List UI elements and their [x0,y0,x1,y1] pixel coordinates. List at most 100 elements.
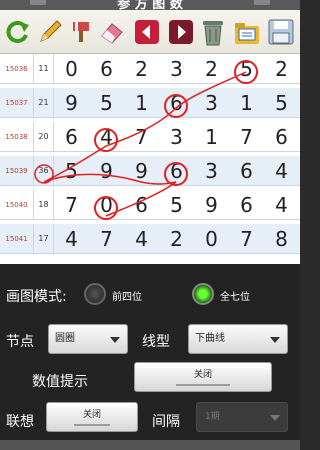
digit-cell[interactable]: 1 [194,122,229,152]
radio-front4[interactable] [84,283,106,305]
issue-number: 15038 [0,122,34,152]
options-icon[interactable] [254,0,270,5]
digit-cell[interactable]: 3 [159,122,194,152]
chevron-down-icon [270,415,280,421]
bottom-strip [0,440,300,450]
sum-cell: 18 [34,190,54,220]
line-type-select-value: 下曲线 [195,333,225,344]
table-row[interactable]: 15041 17 4 7 4 2 0 7 8 [0,224,300,254]
interval-select[interactable]: 1期 [196,402,288,432]
eraser-icon[interactable] [97,16,127,48]
sum-cell: 21 [34,88,54,118]
digit-cell[interactable]: 5 [89,88,124,118]
interval-label: 间隔 [152,414,180,430]
toggle-indicator [74,424,110,426]
refresh-icon[interactable] [3,16,33,48]
draw-mode-label: 画图模式: [6,289,67,305]
digit-cell[interactable]: 4 [264,190,299,220]
number-grid[interactable]: 15036 11 0 6 2 3 2 5 2 15037 21 9 5 1 6 … [0,54,300,264]
toolbar [0,10,300,54]
digit-cell[interactable]: 8 [264,224,299,254]
node-select[interactable]: 圆圈 [48,324,128,354]
digit-cell[interactable]: 4 [264,156,299,186]
digit-cell[interactable]: 6 [264,122,299,152]
issue-number: 15037 [0,88,34,118]
digit-cell[interactable]: 7 [229,224,264,254]
digit-cell[interactable]: 7 [89,224,124,254]
digit-cell[interactable]: 6 [124,190,159,220]
digit-cell[interactable]: 9 [89,156,124,186]
digit-cell[interactable]: 6 [229,190,264,220]
radio-all7-label: 全七位 [220,292,250,303]
digit-cell[interactable]: 0 [194,224,229,254]
table-row[interactable]: 15037 21 9 5 1 6 3 1 5 [0,88,300,118]
node-label: 节点 [6,334,34,350]
assoc-toggle[interactable]: 关闭 [46,402,138,432]
toggle-indicator [175,384,231,386]
digit-cell[interactable]: 0 [54,54,89,84]
node-select-value: 圆圈 [55,333,75,344]
issue-number: 15041 [0,224,34,254]
digit-cell[interactable]: 4 [54,224,89,254]
digit-cell[interactable]: 6 [159,156,194,186]
digit-cell[interactable]: 6 [229,156,264,186]
digit-cell[interactable]: 6 [159,88,194,118]
chevron-down-icon [270,337,280,343]
digit-cell[interactable]: 3 [194,156,229,186]
table-row[interactable]: 15038 20 6 4 7 3 1 7 6 [0,122,300,152]
digit-cell[interactable]: 7 [54,190,89,220]
title-bar: 参 方 图 数 [0,0,300,10]
digit-cell[interactable]: 5 [264,88,299,118]
assoc-toggle-label: 关闭 [82,410,101,420]
issue-number: 15039 [0,156,34,186]
digit-cell[interactable]: 5 [54,156,89,186]
digit-cell[interactable]: 5 [229,54,264,84]
sum-cell: 20 [34,122,54,152]
value-hint-toggle-label: 关闭 [193,370,212,380]
line-type-label: 线型 [142,334,170,350]
sum-cell: 17 [34,224,54,254]
trash-icon[interactable] [198,16,228,48]
chevron-down-icon [110,337,120,343]
value-hint-label: 数值提示 [32,374,88,390]
pencil-icon[interactable] [35,16,65,48]
digit-cell[interactable]: 9 [194,190,229,220]
value-hint-toggle[interactable]: 关闭 [134,362,272,392]
digit-cell[interactable]: 1 [124,88,159,118]
table-row[interactable]: 15036 11 0 6 2 3 2 5 2 [0,54,300,84]
digit-cell[interactable]: 0 [89,190,124,220]
digit-cell[interactable]: 1 [229,88,264,118]
table-row[interactable]: 15039 36 5 9 9 6 3 6 4 [0,156,300,186]
digit-cell[interactable]: 3 [159,54,194,84]
digit-cell[interactable]: 9 [124,156,159,186]
digit-cell[interactable]: 4 [124,224,159,254]
forward-icon[interactable] [166,16,196,48]
radio-all7[interactable] [192,283,214,305]
assoc-label: 联想 [6,414,34,430]
digit-cell[interactable]: 2 [264,54,299,84]
digit-cell[interactable]: 7 [124,122,159,152]
radio-front4-label: 前四位 [112,292,142,303]
digit-cell[interactable]: 6 [89,54,124,84]
issue-number: 15040 [0,190,34,220]
digit-cell[interactable]: 3 [194,88,229,118]
digit-cell[interactable]: 5 [159,190,194,220]
sum-cell: 11 [34,54,54,84]
digit-cell[interactable]: 2 [124,54,159,84]
digit-cell[interactable]: 7 [229,122,264,152]
back-icon[interactable] [132,16,162,48]
digit-cell[interactable]: 6 [54,122,89,152]
digit-cell[interactable]: 4 [89,122,124,152]
save-icon[interactable] [266,16,296,48]
digit-cell[interactable]: 9 [54,88,89,118]
sum-cell: 36 [34,156,54,186]
folder-icon[interactable] [232,16,262,48]
control-panel: 画图模式: 前四位 全七位 节点 圆圈 线型 下曲线 数值提示 关闭 联想 关闭… [0,264,300,450]
digit-cell[interactable]: 2 [194,54,229,84]
table-row[interactable]: 15040 18 7 0 6 5 9 6 4 [0,190,300,220]
interval-select-value: 1期 [205,412,220,422]
brush-icon[interactable] [66,16,96,48]
issue-number: 15036 [0,54,34,84]
line-type-select[interactable]: 下曲线 [188,324,288,354]
digit-cell[interactable]: 2 [159,224,194,254]
